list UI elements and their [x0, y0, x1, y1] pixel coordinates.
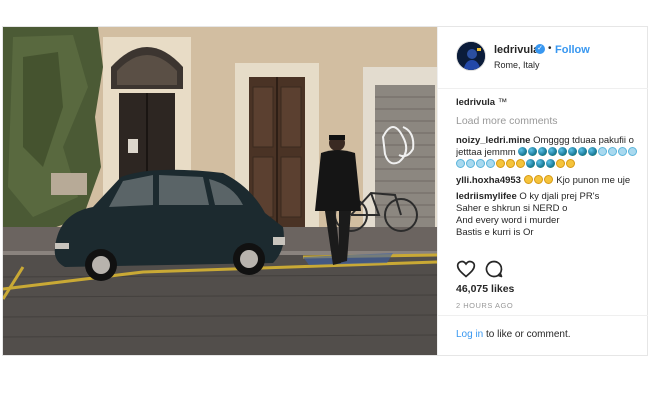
instagram-post: ledrivula ✓ • Follow Rome, Italy ledrivu… [2, 26, 648, 356]
comment-author[interactable]: noizy_ledri.mine [456, 135, 530, 146]
divider [438, 315, 648, 316]
avatar-image [457, 42, 485, 70]
comment-line: Bastis e kurri is Or [456, 227, 534, 238]
comment-author[interactable]: ledriismylifee [456, 191, 517, 202]
login-prompt: Log in to like or comment. [456, 329, 571, 340]
earth-emoji-icon [536, 159, 545, 168]
action-bar [456, 259, 636, 281]
rain-emoji-icon [618, 147, 628, 156]
comment-line: Saher e shkrun si NERD o [456, 203, 568, 214]
earth-emoji-icon [568, 147, 578, 156]
load-more-comments-button[interactable]: Load more comments [456, 115, 640, 127]
comment-item: noizy_ledri.mine Omgggg tduaa pakufii o … [456, 135, 640, 171]
face-emoji-icon [566, 159, 575, 168]
header-separator: • [548, 43, 552, 54]
street-scene-image [3, 27, 437, 355]
comment-text: Kjo punon me uje [556, 175, 631, 186]
verified-badge-icon: ✓ [535, 44, 545, 54]
earth-emoji-icon [538, 147, 548, 156]
earth-emoji-icon [588, 147, 598, 156]
comments-section: ledrivula ™ Load more comments noizy_led… [456, 97, 640, 253]
post-photo[interactable] [3, 27, 437, 355]
comment-item: ledriismylifee O ky djali prej PR's Sahe… [456, 191, 640, 239]
earth-emoji-icon [558, 147, 568, 156]
rain-emoji-icon [486, 159, 495, 168]
follow-button[interactable]: Follow [555, 44, 590, 56]
sweat-emoji-icon [523, 175, 533, 184]
comment-text: O ky djali prej PR's [519, 191, 600, 202]
login-link[interactable]: Log in [456, 329, 483, 340]
heart-icon[interactable] [456, 259, 476, 279]
earth-emoji-icon [548, 147, 558, 156]
sweat-emoji-icon [533, 175, 543, 184]
post-header: ledrivula ✓ • Follow Rome, Italy [438, 27, 648, 89]
comment-author[interactable]: ylli.hoxha4953 [456, 175, 521, 186]
ivy-plant [3, 27, 103, 232]
earth-emoji-icon [526, 159, 535, 168]
location-link[interactable]: Rome, Italy [494, 60, 540, 70]
login-rest-text: to like or comment. [483, 329, 571, 340]
comment-bubble-icon[interactable] [484, 259, 504, 279]
comment-item: ylli.hoxha4953 Kjo punon me uje [456, 175, 640, 187]
caption-author[interactable]: ledrivula [456, 97, 495, 108]
face-emoji-icon [506, 159, 515, 168]
rain-emoji-icon [466, 159, 475, 168]
face-emoji-icon [556, 159, 565, 168]
caption: ledrivula ™ [456, 97, 640, 109]
rain-emoji-icon [598, 147, 608, 156]
face-emoji-icon [516, 159, 525, 168]
rain-emoji-icon [476, 159, 485, 168]
rain-emoji-icon [608, 147, 618, 156]
caption-text: ™ [497, 97, 508, 108]
rain-emoji-icon [628, 147, 638, 156]
avatar[interactable] [456, 41, 486, 71]
face-emoji-icon [496, 159, 505, 168]
earth-emoji-icon [528, 147, 538, 156]
sweat-emoji-icon [543, 175, 553, 184]
earth-emoji-icon [578, 147, 588, 156]
rain-emoji-icon [456, 159, 465, 168]
comment-emoji-row [523, 175, 557, 186]
post-sidebar: ledrivula ✓ • Follow Rome, Italy ledrivu… [437, 27, 648, 355]
earth-emoji-icon [546, 159, 555, 168]
header-username[interactable]: ledrivula [494, 44, 539, 56]
earth-emoji-icon [518, 147, 528, 156]
post-timestamp[interactable]: 2 HOURS AGO [456, 301, 513, 310]
comment-line: And every word i murder [456, 215, 560, 226]
likes-count[interactable]: 46,075 likes [456, 283, 514, 295]
